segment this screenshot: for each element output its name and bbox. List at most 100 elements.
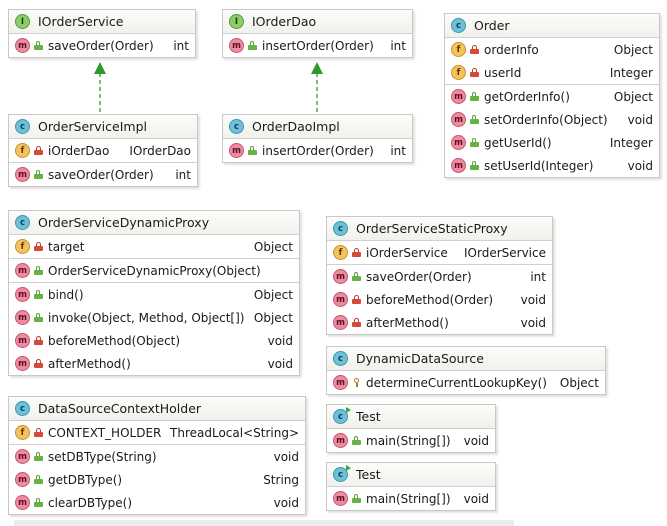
field-row[interactable]: f userId Integer [445,61,659,84]
class-name: OrderServiceStaticProxy [356,221,508,236]
class-header[interactable]: c OrderServiceImpl [9,115,197,139]
method-row[interactable]: m OrderServiceDynamicProxy(Object) [9,259,299,282]
member-name: beforeMethod(Order) [366,292,494,307]
method-row[interactable]: m main(String[]) void [327,429,495,452]
method-row[interactable]: m insertOrder(Order) int [223,34,412,57]
method-icon: m [15,287,30,302]
member-section: m main(String[]) void [327,487,495,510]
interface-icon: I [15,14,30,29]
field-row[interactable]: f iOrderDao IOrderDao [9,139,197,162]
private-lock-icon [34,336,43,345]
class-box-dynamicdatasource[interactable]: c DynamicDataSource m determineCurrentLooku… [326,346,606,395]
class-header[interactable]: I IOrderService [9,10,195,34]
member-name: bind() [48,287,84,302]
class-header[interactable]: c OrderDaoImpl [223,115,412,139]
method-row[interactable]: m determineCurrentLookupKey() Object [327,371,605,394]
class-box-iorderdao[interactable]: I IOrderDao m insertOrder(Order) int [222,9,413,58]
member-section: m getOrderInfo() Object m setOrderInfo(Objec… [445,85,659,177]
member-type: Object [253,310,293,325]
public-lock-icon [352,436,361,445]
class-box-orderservicedynamicproxy[interactable]: c OrderServiceDynamicProxy f target Object m O… [8,210,300,376]
member-type: ThreadLocal<String> [170,425,299,440]
horizontal-scrollbar[interactable] [14,520,514,526]
class-box-datasourcecontextholder[interactable]: c DataSourceContextHolder f CONTEXT_HOLDER T… [8,396,306,515]
class-header[interactable]: c Test [327,463,495,487]
member-name: getDBType() [48,472,123,487]
public-lock-icon [34,266,43,275]
public-lock-icon [470,92,479,101]
method-row[interactable]: m saveOrder(Order) int [327,265,552,288]
class-box-orderservicestaticproxy[interactable]: c OrderServiceStaticProxy f iOrderService IO… [326,216,553,335]
method-icon: m [15,495,30,510]
method-row[interactable]: m setDBType(String) void [9,445,305,468]
class-header[interactable]: c OrderServiceDynamicProxy [9,211,299,235]
public-lock-icon [470,115,479,124]
class-header[interactable]: c Order [445,14,659,38]
method-row[interactable]: m clearDBType() void [9,491,305,514]
class-header[interactable]: c DataSourceContextHolder [9,397,305,421]
method-row[interactable]: m saveOrder(Order) int [9,34,195,57]
class-header[interactable]: I IOrderDao [223,10,412,34]
method-icon: m [451,112,466,127]
field-icon: f [451,42,466,57]
method-row[interactable]: m invoke(Object, Method, Object[]) Object [9,306,299,329]
class-box-order[interactable]: c Order f orderInfo Object f userId Integer m get… [444,13,660,178]
member-type: void [520,315,546,330]
class-name: Test [356,467,381,482]
public-lock-icon [352,494,361,503]
class-box-test[interactable]: c Test m main(String[]) void [326,404,496,453]
member-type: void [273,449,299,464]
method-row[interactable]: m afterMethod() void [9,352,299,375]
class-box-orderserviceimpl[interactable]: c OrderServiceImpl f iOrderDao IOrderDao m sav… [8,114,198,187]
class-box-test[interactable]: c Test m main(String[]) void [326,462,496,511]
field-row[interactable]: f target Object [9,235,299,258]
class-header[interactable]: c Test [327,405,495,429]
method-icon: m [451,158,466,173]
field-row[interactable]: f orderInfo Object [445,38,659,61]
field-row[interactable]: f CONTEXT_HOLDER ThreadLocal<String> [9,421,305,444]
member-name: orderInfo [484,42,539,57]
public-lock-icon [248,41,257,50]
class-header[interactable]: c OrderServiceStaticProxy [327,217,552,241]
member-name: userId [484,65,522,80]
method-row[interactable]: m afterMethod() void [327,311,552,334]
member-section: m determineCurrentLookupKey() Object [327,371,605,394]
field-row[interactable]: f iOrderService IOrderService [327,241,552,264]
member-name: main(String[]) [366,491,451,506]
method-row[interactable]: m setOrderInfo(Object) void [445,108,659,131]
class-box-orderdaoimpl[interactable]: c OrderDaoImpl m insertOrder(Order) int [222,114,413,163]
class-header[interactable]: c DynamicDataSource [327,347,605,371]
method-row[interactable]: m getUserId() Integer [445,131,659,154]
method-row[interactable]: m beforeMethod(Order) void [327,288,552,311]
class-box-iorderservice[interactable]: I IOrderService m saveOrder(Order) int [8,9,196,58]
method-row[interactable]: m saveOrder(Order) int [9,163,197,186]
class-name: Test [356,409,381,424]
member-type: void [627,112,653,127]
method-row[interactable]: m getOrderInfo() Object [445,85,659,108]
method-row[interactable]: m setUserId(Integer) void [445,154,659,177]
arrow-orderdaoimpl-to-iorderdao [311,62,323,112]
method-row[interactable]: m insertOrder(Order) int [223,139,412,162]
member-name: saveOrder(Order) [366,269,472,284]
member-type: void [267,356,293,371]
member-section: m saveOrder(Order) int m beforeMethod(Order)… [327,265,552,334]
field-icon: f [15,425,30,440]
public-lock-icon [34,41,43,50]
member-section: m main(String[]) void [327,429,495,452]
private-lock-icon [352,295,361,304]
private-lock-icon [34,242,43,251]
method-row[interactable]: m main(String[]) void [327,487,495,510]
member-type: Object [253,239,293,254]
private-lock-icon [352,318,361,327]
field-icon: f [333,245,348,260]
method-row[interactable]: m getDBType() String [9,468,305,491]
class-icon: c [451,18,466,33]
member-type: void [463,491,489,506]
method-row[interactable]: m beforeMethod(Object) void [9,329,299,352]
method-row[interactable]: m bind() Object [9,283,299,306]
member-type: void [627,158,653,173]
field-icon: f [451,65,466,80]
method-icon: m [15,356,30,371]
public-lock-icon [34,290,43,299]
member-name: insertOrder(Order) [262,143,374,158]
